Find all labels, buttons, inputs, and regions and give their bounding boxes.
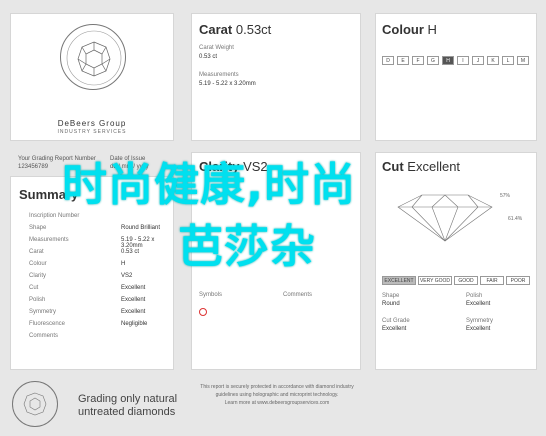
- summary-row-label: Comments: [29, 333, 59, 339]
- diamond-profile-icon: [397, 194, 493, 242]
- footer-seal-logo: [12, 381, 58, 427]
- colour-value: H: [427, 22, 437, 37]
- cut-shape-value: Round: [382, 301, 400, 307]
- colour-panel: Colour H DEFGHIJKLM: [375, 13, 537, 141]
- cut-shape-label: Shape: [382, 293, 400, 299]
- summary-row-value: Negligible: [121, 321, 148, 327]
- cut-grade-cell: GOOD: [454, 276, 478, 285]
- cut-grade-cell: FAIR: [480, 276, 504, 285]
- symbols-label: Symbols: [199, 292, 223, 298]
- cut-symmetry-value: Excellent: [466, 326, 491, 332]
- carat-weight-value: 0.53 ct: [199, 54, 218, 60]
- notice-line-2: guidelines using holographic and micropr…: [215, 392, 339, 398]
- logo-panel: DeBeers Group INDUSTRY SERVICES: [10, 13, 174, 141]
- carat-measure-label: Measurements: [199, 72, 239, 78]
- colour-grade-cell: E: [397, 56, 409, 65]
- grading-line-2: untreated diamonds: [78, 406, 176, 418]
- summary-row-label: Shape: [29, 225, 47, 231]
- comments-label: Comments: [283, 292, 313, 298]
- cut-panel: Cut Excellent 57% 61.4% EXCELLENT VERY GO…: [375, 152, 537, 370]
- colour-grade-cell: D: [382, 56, 394, 65]
- footer-diamond-icon: [23, 392, 47, 416]
- carat-value: 0.53ct: [235, 22, 272, 37]
- summary-row-label: Colour: [29, 261, 47, 267]
- colour-heading: Colour H: [382, 22, 437, 37]
- cut-grade-cell: EXCELLENT: [382, 276, 416, 285]
- colour-title: Colour: [382, 22, 424, 37]
- carat-weight-label: Carat Weight: [199, 45, 234, 51]
- summary-row-label: Symmetry: [29, 309, 56, 315]
- report-number-value: 123456789: [18, 164, 49, 170]
- colour-scale: DEFGHIJKLM: [382, 56, 532, 65]
- colour-grade-cell: F: [412, 56, 424, 65]
- summary-row-value: H: [121, 261, 126, 267]
- cut-grade-cell: POOR: [506, 276, 530, 285]
- overlay-line-1: 时尚健康,时尚: [62, 158, 357, 211]
- colour-grade-cell: J: [472, 56, 484, 65]
- carat-measure-value: 5.19 - 5.22 x 3.20mm: [199, 81, 256, 87]
- colour-grade-cell: I: [457, 56, 469, 65]
- summary-row-value: 5.19 - 5.22 x 3.20mm: [121, 237, 155, 249]
- notice-line-3: Learn more at www.debeersgroupservices.c…: [224, 400, 330, 406]
- colour-grade-cell: G: [427, 56, 439, 65]
- cut-polish-value: Excellent: [466, 301, 491, 307]
- carat-heading: Carat 0.53ct: [199, 22, 271, 37]
- colour-grade-cell: L: [502, 56, 514, 65]
- symbol-icon: [199, 308, 207, 316]
- diamond-icon: [66, 30, 122, 86]
- summary-row-value: Excellent: [121, 309, 146, 315]
- cut-value: Excellent: [407, 159, 461, 174]
- notice-line-1: This report is securely protected in acc…: [200, 384, 354, 390]
- colour-grade-cell: M: [517, 56, 529, 65]
- depth-percent: 61.4%: [508, 216, 523, 222]
- summary-row-label: Cut: [29, 285, 39, 291]
- summary-row-value: VS2: [121, 273, 133, 279]
- colour-grade-cell: H: [442, 56, 454, 65]
- brand-name: DeBeers Group: [57, 119, 127, 128]
- colour-grade-cell: K: [487, 56, 499, 65]
- summary-row-value: Round Brilliant: [121, 225, 161, 231]
- brand-tagline: INDUSTRY SERVICES: [57, 129, 127, 135]
- summary-row-label: Fluorescence: [29, 321, 66, 327]
- summary-row-label: Inscription Number: [29, 213, 80, 219]
- carat-title: Carat: [199, 22, 233, 37]
- carat-panel: Carat 0.53ct Carat Weight 0.53 ct Measur…: [191, 13, 361, 141]
- cut-polish-label: Polish: [466, 293, 483, 299]
- cut-heading: Cut Excellent: [382, 159, 460, 174]
- overlay-line-2: 芭莎杂: [178, 220, 317, 273]
- summary-row-label: Measurements: [29, 237, 69, 243]
- table-percent: 57%: [500, 193, 511, 199]
- summary-row-value: Excellent: [121, 285, 146, 291]
- summary-row-label: Polish: [29, 297, 46, 303]
- cut-grade-label: Cut Grade: [382, 318, 410, 324]
- cut-title: Cut: [382, 159, 404, 174]
- cut-scale: EXCELLENT VERY GOOD GOOD FAIR POOR: [382, 276, 532, 285]
- summary-row-label: Carat: [29, 249, 44, 255]
- summary-row-value: Excellent: [121, 297, 146, 303]
- grading-line-1: Grading only natural: [78, 393, 178, 405]
- cut-symmetry-label: Symmetry: [466, 318, 493, 324]
- cut-grade-value: Excellent: [382, 326, 407, 332]
- summary-row-label: Clarity: [29, 273, 47, 279]
- seal-logo: [60, 24, 126, 90]
- summary-row-value: 0.53 ct: [121, 249, 140, 255]
- cut-grade-cell: VERY GOOD: [418, 276, 452, 285]
